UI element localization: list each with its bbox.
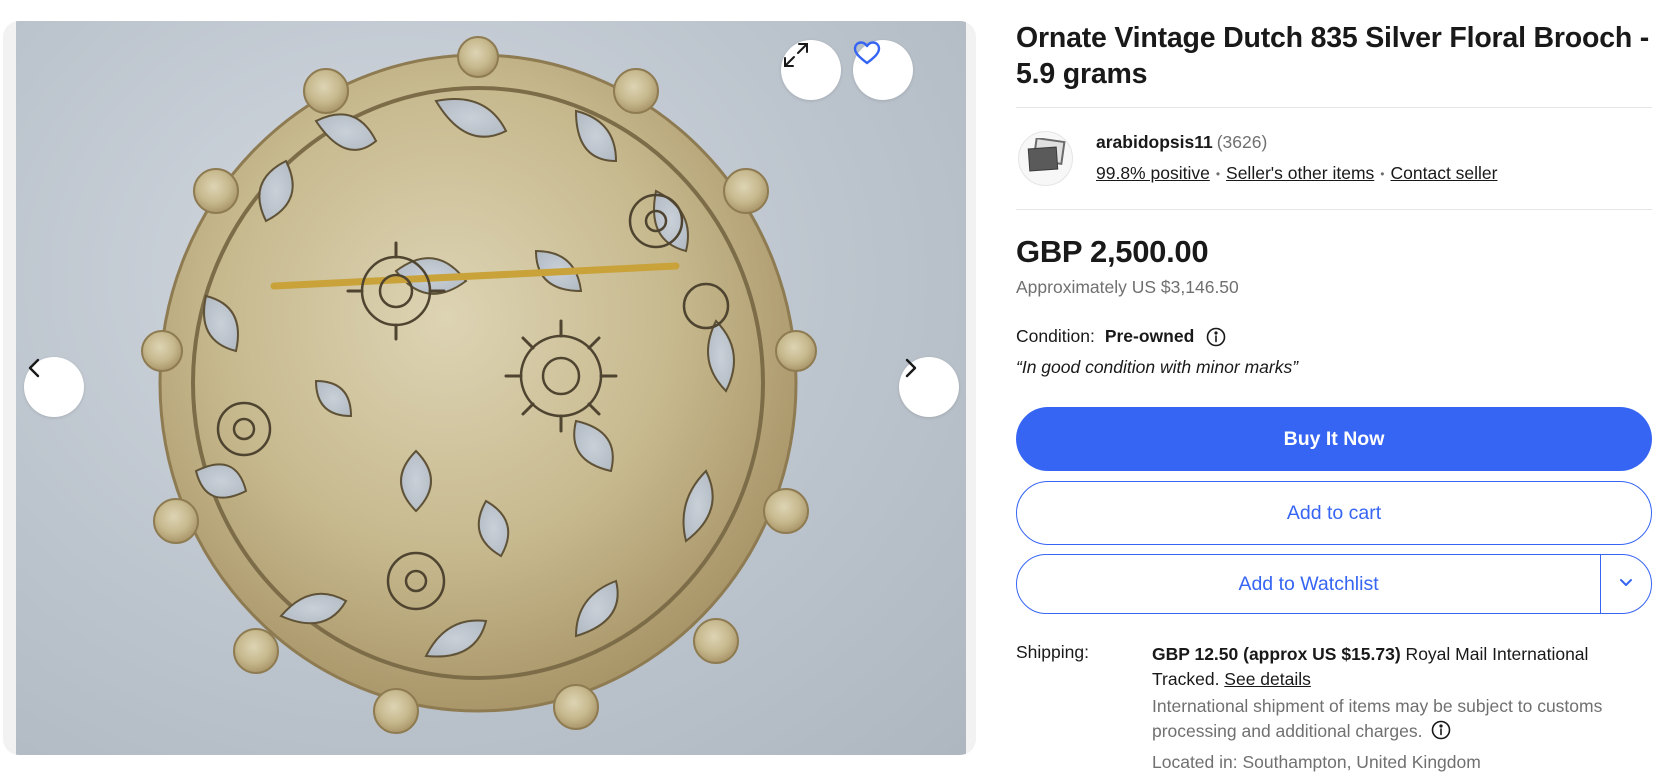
shipping-cost: GBP 12.50 (approx US $15.73) xyxy=(1152,644,1401,664)
seller-other-items-link[interactable]: Seller's other items xyxy=(1226,163,1374,183)
add-to-watchlist-label: Add to Watchlist xyxy=(1238,572,1379,595)
item-location: Located in: Southampton, United Kingdom xyxy=(1152,752,1481,772)
divider xyxy=(1016,209,1652,210)
item-title: Ornate Vintage Dutch 835 Silver Floral B… xyxy=(1016,22,1650,90)
seller-info: arabidopsis11 (3626) xyxy=(1096,132,1267,153)
info-icon[interactable] xyxy=(1206,327,1226,347)
image-gallery xyxy=(3,21,976,755)
condition-value: Pre-owned xyxy=(1104,326,1195,346)
shipping-details: GBP 12.50 (approx US $15.73) Royal Mail … xyxy=(1152,642,1652,692)
shipping-note-text: International shipment of items may be s… xyxy=(1152,696,1603,741)
seller-links: 99.8% positive • Seller's other items • Cont… xyxy=(1096,163,1498,184)
previous-image-button[interactable] xyxy=(24,357,84,417)
add-to-watchlist-button[interactable]: Add to Watchlist xyxy=(1016,554,1652,614)
seller-positive-link[interactable]: 99.8% positive xyxy=(1096,163,1210,183)
add-to-cart-button[interactable]: Add to cart xyxy=(1016,481,1652,545)
watchlist-dropdown-button[interactable] xyxy=(1601,555,1651,613)
buy-it-now-label: Buy It Now xyxy=(1283,427,1385,450)
favorite-button[interactable] xyxy=(853,40,913,100)
seller-feedback-count[interactable]: (3626) xyxy=(1217,132,1268,152)
chevron-down-icon xyxy=(1618,573,1634,596)
expand-button[interactable] xyxy=(781,40,841,100)
seller-avatar[interactable] xyxy=(1018,131,1073,186)
contact-seller-link[interactable]: Contact seller xyxy=(1391,163,1498,183)
item-price: GBP 2,500.00 xyxy=(1016,234,1209,269)
separator-dot: • xyxy=(1380,167,1385,182)
condition-label: Condition: xyxy=(1016,326,1095,346)
product-image[interactable] xyxy=(16,21,966,755)
next-image-button[interactable] xyxy=(899,357,959,417)
info-icon[interactable] xyxy=(1431,720,1451,740)
condition-row: Condition: Pre-owned xyxy=(1016,326,1226,347)
brooch-illustration xyxy=(141,36,817,734)
shipping-label: Shipping: xyxy=(1016,642,1089,662)
see-details-link[interactable]: See details xyxy=(1224,669,1311,689)
approx-price: Approximately US $3,146.50 xyxy=(1016,277,1239,297)
item-info-panel: Ornate Vintage Dutch 835 Silver Floral B… xyxy=(1016,0,1652,777)
add-to-cart-label: Add to cart xyxy=(1286,501,1382,524)
separator-dot: • xyxy=(1215,167,1221,182)
photo-placeholder-icon xyxy=(1026,137,1066,179)
buy-it-now-button[interactable]: Buy It Now xyxy=(1016,407,1652,471)
condition-description: “In good condition with minor marks” xyxy=(1016,357,1299,377)
seller-name[interactable]: arabidopsis11 xyxy=(1096,132,1213,152)
shipping-note: International shipment of items may be s… xyxy=(1152,694,1652,744)
divider xyxy=(1016,107,1652,108)
